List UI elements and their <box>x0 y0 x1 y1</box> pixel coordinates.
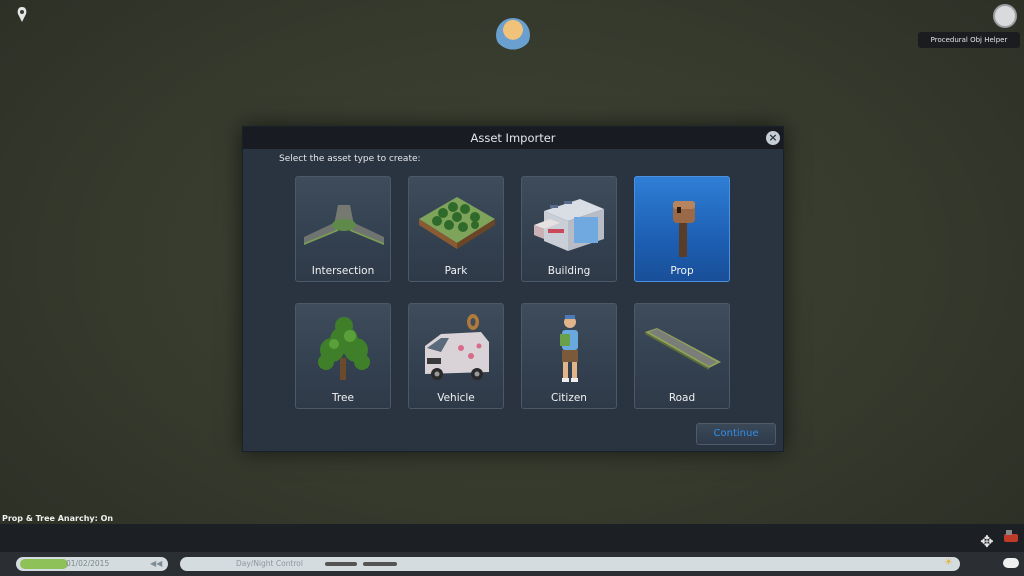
tile-label: Intersection <box>311 265 375 277</box>
dialog-title: Asset Importer <box>243 127 783 149</box>
sun-icon: ☀ <box>944 557 953 568</box>
tile-label: Road <box>668 392 696 404</box>
building-icon <box>534 199 604 251</box>
tile-label: Vehicle <box>437 392 475 404</box>
asset-importer-dialog: Asset Importer × Select the asset type t… <box>242 126 784 452</box>
bulldozer-icon[interactable] <box>1002 530 1020 544</box>
daynight-segment <box>325 562 357 566</box>
tile-label: Citizen <box>551 392 587 404</box>
citizen-marker-icon[interactable] <box>496 18 530 52</box>
tile-label: Building <box>547 265 591 277</box>
date-text: 01/02/2015 <box>66 559 110 568</box>
instruction-text: Select the asset type to create: <box>279 154 421 164</box>
vehicle-icon <box>425 314 489 380</box>
speed-controls[interactable]: ◀◀ <box>150 557 162 571</box>
mod-menu-icon[interactable] <box>993 4 1017 28</box>
tile-intersection[interactable]: Intersection <box>295 176 391 282</box>
tile-prop[interactable]: Prop <box>634 176 730 282</box>
tile-label: Park <box>444 265 468 277</box>
prop-icon <box>673 201 695 257</box>
move-icon[interactable]: ✥ <box>978 533 996 551</box>
tile-park[interactable]: Park <box>408 176 504 282</box>
tile-road[interactable]: Road <box>634 303 730 409</box>
close-button[interactable]: × <box>766 131 780 145</box>
anarchy-status-text: Prop & Tree Anarchy: On <box>2 514 114 523</box>
tile-building[interactable]: Building <box>521 176 617 282</box>
intersection-icon <box>304 205 384 245</box>
date-progress-fill <box>20 559 68 569</box>
pin-icon[interactable] <box>14 6 30 24</box>
toggle-icon[interactable] <box>1003 558 1019 568</box>
citizen-icon <box>560 315 578 382</box>
tile-citizen[interactable]: Citizen <box>521 303 617 409</box>
tree-icon <box>318 317 370 380</box>
procedural-obj-helper-button[interactable]: Procedural Obj Helper <box>918 32 1020 48</box>
road-icon <box>645 328 721 370</box>
tile-vehicle[interactable]: Vehicle <box>408 303 504 409</box>
tile-tree[interactable]: Tree <box>295 303 391 409</box>
tile-label: Tree <box>332 392 354 404</box>
park-icon <box>419 197 495 249</box>
daynight-segment <box>363 562 397 566</box>
tile-label: Prop <box>670 265 694 277</box>
daynight-label: Day/Night Control <box>236 559 303 568</box>
continue-button[interactable]: Continue <box>696 423 776 445</box>
